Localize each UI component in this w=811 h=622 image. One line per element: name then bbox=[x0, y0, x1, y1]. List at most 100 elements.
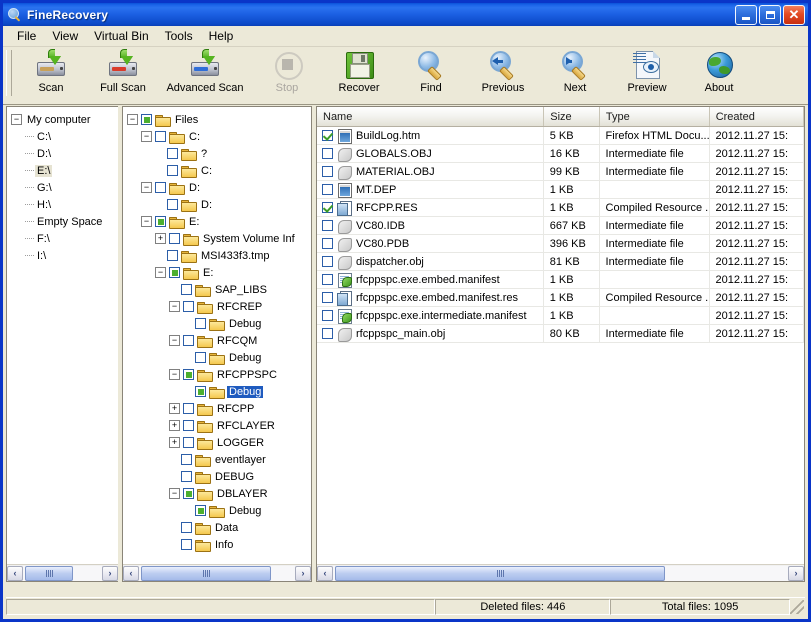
computer-tree-item[interactable]: H:\ bbox=[11, 196, 118, 213]
folder-tree-item[interactable]: +LOGGER bbox=[127, 434, 311, 451]
folder-tree-item[interactable]: −RFCPPSPC bbox=[127, 366, 311, 383]
menu-item-tools[interactable]: Tools bbox=[157, 27, 201, 45]
folder-checkbox[interactable] bbox=[169, 233, 180, 244]
file-name-cell[interactable]: VC80.PDB bbox=[317, 235, 544, 252]
file-list-column-name[interactable]: Name bbox=[317, 107, 544, 126]
folder-checkbox[interactable] bbox=[169, 267, 180, 278]
computer-tree-item[interactable]: D:\ bbox=[11, 145, 118, 162]
scroll-right-icon[interactable]: › bbox=[102, 566, 118, 581]
file-checkbox[interactable] bbox=[322, 274, 333, 285]
toolbar-button-scan[interactable]: Scan bbox=[15, 49, 87, 101]
toolbar-button-about[interactable]: About bbox=[683, 49, 755, 101]
file-name-cell[interactable]: dispatcher.obj bbox=[317, 253, 544, 270]
folder-checkbox[interactable] bbox=[141, 114, 152, 125]
folder-checkbox[interactable] bbox=[181, 454, 192, 465]
table-row[interactable]: BuildLog.htm5 KBFirefox HTML Docu...2012… bbox=[317, 127, 804, 145]
folder-tree-item[interactable]: eventlayer bbox=[127, 451, 311, 468]
file-checkbox[interactable] bbox=[322, 130, 333, 141]
folder-tree-item[interactable]: +System Volume Inf bbox=[127, 230, 311, 247]
computer-tree-item[interactable]: E:\ bbox=[11, 162, 118, 179]
scroll-right-icon[interactable]: › bbox=[788, 566, 804, 581]
expander-minus-icon[interactable]: − bbox=[141, 216, 152, 227]
folder-tree-item[interactable]: Info bbox=[127, 536, 311, 553]
folder-tree-item[interactable]: +RFCLAYER bbox=[127, 417, 311, 434]
toolbar-button-full-scan[interactable]: Full Scan bbox=[87, 49, 159, 101]
folder-checkbox[interactable] bbox=[181, 284, 192, 295]
folder-tree-item[interactable]: −DBLAYER bbox=[127, 485, 311, 502]
folder-checkbox[interactable] bbox=[183, 437, 194, 448]
file-name-cell[interactable]: rfcppspc.exe.intermediate.manifest bbox=[317, 307, 544, 324]
file-checkbox[interactable] bbox=[322, 238, 333, 249]
scroll-left-icon[interactable]: ‹ bbox=[123, 566, 139, 581]
folder-checkbox[interactable] bbox=[155, 216, 166, 227]
scroll-thumb[interactable] bbox=[141, 566, 271, 581]
folder-checkbox[interactable] bbox=[167, 148, 178, 159]
expander-minus-icon[interactable]: − bbox=[11, 114, 22, 125]
scroll-right-icon[interactable]: › bbox=[295, 566, 311, 581]
table-row[interactable]: VC80.IDB667 KBIntermediate file2012.11.2… bbox=[317, 217, 804, 235]
folder-tree-item[interactable]: ? bbox=[127, 145, 311, 162]
folder-checkbox[interactable] bbox=[183, 335, 194, 346]
resize-grip-icon[interactable] bbox=[790, 600, 804, 614]
folder-tree-item[interactable]: −RFCQM bbox=[127, 332, 311, 349]
folder-checkbox[interactable] bbox=[167, 199, 178, 210]
file-list-column-created[interactable]: Created bbox=[710, 107, 804, 126]
expander-plus-icon[interactable]: + bbox=[169, 437, 180, 448]
close-button[interactable]: ✕ bbox=[783, 5, 805, 25]
expander-plus-icon[interactable]: + bbox=[155, 233, 166, 244]
expander-minus-icon[interactable]: − bbox=[141, 131, 152, 142]
file-list-hscrollbar[interactable]: ‹ › bbox=[317, 564, 804, 581]
table-row[interactable]: dispatcher.obj81 KBIntermediate file2012… bbox=[317, 253, 804, 271]
folder-checkbox[interactable] bbox=[183, 488, 194, 499]
file-name-cell[interactable]: BuildLog.htm bbox=[317, 127, 544, 144]
folder-tree-item[interactable]: −D: bbox=[127, 179, 311, 196]
folder-tree-item[interactable]: +RFCPP bbox=[127, 400, 311, 417]
expander-minus-icon[interactable]: − bbox=[169, 488, 180, 499]
folder-tree-item[interactable]: −RFCREP bbox=[127, 298, 311, 315]
table-row[interactable]: MATERIAL.OBJ99 KBIntermediate file2012.1… bbox=[317, 163, 804, 181]
table-row[interactable]: rfcppspc.exe.embed.manifest.res1 KBCompi… bbox=[317, 289, 804, 307]
file-checkbox[interactable] bbox=[322, 256, 333, 267]
menu-item-help[interactable]: Help bbox=[201, 27, 242, 45]
table-row[interactable]: GLOBALS.OBJ16 KBIntermediate file2012.11… bbox=[317, 145, 804, 163]
expander-plus-icon[interactable]: + bbox=[169, 420, 180, 431]
table-row[interactable]: rfcppspc_main.obj80 KBIntermediate file2… bbox=[317, 325, 804, 343]
file-name-cell[interactable]: RFCPP.RES bbox=[317, 199, 544, 216]
file-checkbox[interactable] bbox=[322, 148, 333, 159]
computer-tree-item[interactable]: C:\ bbox=[11, 128, 118, 145]
folder-checkbox[interactable] bbox=[183, 403, 194, 414]
folder-checkbox[interactable] bbox=[181, 471, 192, 482]
file-checkbox[interactable] bbox=[322, 184, 333, 195]
scroll-left-icon[interactable]: ‹ bbox=[317, 566, 333, 581]
computer-tree-item[interactable]: F:\ bbox=[11, 230, 118, 247]
computer-tree-root[interactable]: −My computer bbox=[11, 111, 118, 128]
maximize-button[interactable] bbox=[759, 5, 781, 25]
expander-minus-icon[interactable]: − bbox=[127, 114, 138, 125]
file-checkbox[interactable] bbox=[322, 220, 333, 231]
folder-checkbox[interactable] bbox=[181, 522, 192, 533]
file-checkbox[interactable] bbox=[322, 328, 333, 339]
folder-tree-item[interactable]: Debug bbox=[127, 502, 311, 519]
toolbar-button-next[interactable]: Next bbox=[539, 49, 611, 101]
menu-item-view[interactable]: View bbox=[44, 27, 86, 45]
toolbar-button-find[interactable]: Find bbox=[395, 49, 467, 101]
scroll-track[interactable] bbox=[23, 566, 102, 581]
folder-tree-item[interactable]: D: bbox=[127, 196, 311, 213]
folder-tree-item[interactable]: Debug bbox=[127, 349, 311, 366]
expander-minus-icon[interactable]: − bbox=[169, 301, 180, 312]
folder-tree-item[interactable]: SAP_LIBS bbox=[127, 281, 311, 298]
table-row[interactable]: RFCPP.RES1 KBCompiled Resource ...2012.1… bbox=[317, 199, 804, 217]
folder-tree-item[interactable]: Debug bbox=[127, 383, 311, 400]
scroll-track[interactable] bbox=[139, 566, 295, 581]
folder-checkbox[interactable] bbox=[195, 318, 206, 329]
folder-checkbox[interactable] bbox=[195, 352, 206, 363]
file-name-cell[interactable]: rfcppspc.exe.embed.manifest.res bbox=[317, 289, 544, 306]
table-row[interactable]: VC80.PDB396 KBIntermediate file2012.11.2… bbox=[317, 235, 804, 253]
toolbar-button-recover[interactable]: Recover bbox=[323, 49, 395, 101]
folder-tree[interactable]: −Files−C:?C:−D:D:−E:+System Volume InfMS… bbox=[123, 107, 311, 564]
file-name-cell[interactable]: MT.DEP bbox=[317, 181, 544, 198]
toolbar-button-preview[interactable]: Preview bbox=[611, 49, 683, 101]
table-row[interactable]: rfcppspc.exe.intermediate.manifest1 KB20… bbox=[317, 307, 804, 325]
computer-tree-item[interactable]: I:\ bbox=[11, 247, 118, 264]
folder-checkbox[interactable] bbox=[167, 250, 178, 261]
